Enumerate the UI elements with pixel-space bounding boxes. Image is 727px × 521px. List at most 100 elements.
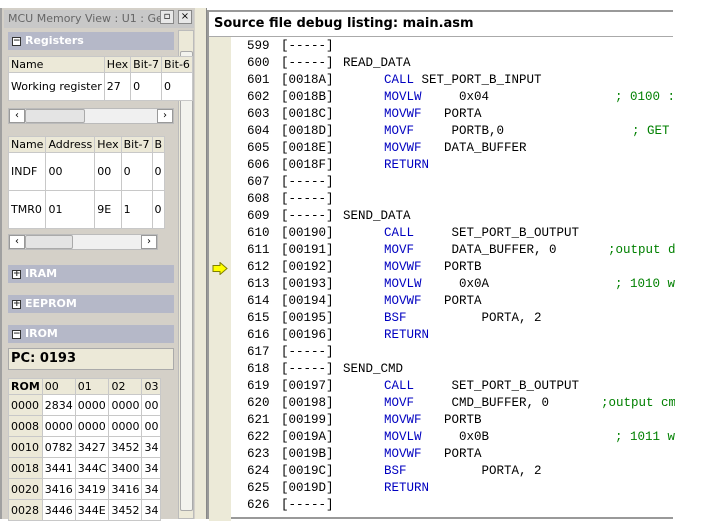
code-line[interactable]: 620 [00198] MOVF CMD_BUFFER, 0 ;output cm	[209, 396, 675, 413]
column-header[interactable]: 01	[74, 378, 110, 395]
table-cell: 0	[130, 72, 163, 101]
column-header[interactable]: Name	[7, 136, 47, 153]
column-header[interactable]: Address	[45, 136, 96, 153]
column-header[interactable]: Hex	[103, 56, 132, 73]
code-line[interactable]: 601 [0018A] CALL SET_PORT_B_INPUT	[209, 73, 675, 90]
table-cell: 0000	[74, 415, 110, 437]
table-row[interactable]: 0018 3441 344C 3400 34	[8, 457, 162, 479]
sfr-hscrollbar[interactable]: ‹ ›	[8, 234, 158, 250]
operand: PORTA	[444, 107, 482, 121]
table-row[interactable]: 0020 3416 3419 3416 34	[8, 478, 162, 500]
pc-label: PC:	[11, 351, 36, 366]
line-address: [00198]	[281, 396, 334, 410]
mcu-memory-view-panel: MCU Memory View : U1 : Getti ▫ × − Regist…	[0, 8, 195, 521]
table-cell: INDF	[7, 152, 47, 191]
opcode: MOVWF	[384, 413, 422, 427]
code-line[interactable]: 617 [-----]	[209, 345, 675, 362]
operand: CMD_BUFFER, 0	[451, 396, 550, 410]
source-listing-panel: Source file debug listing: main.asm 599 […	[207, 10, 675, 521]
section-registers[interactable]: − Registers	[8, 32, 174, 50]
section-iram[interactable]: + IRAM	[8, 265, 174, 283]
code-label: SEND_CMD	[343, 362, 404, 376]
code-line[interactable]: 606 [0018F] RETURN	[209, 158, 675, 175]
code-line[interactable]: 603 [0018C] MOVWF PORTA	[209, 107, 675, 124]
line-address: [0019D]	[281, 481, 334, 495]
column-header[interactable]: Hex	[94, 136, 122, 153]
operand: SET_PORT_B_OUTPUT	[451, 226, 580, 240]
line-address: [-----]	[281, 345, 334, 359]
code-line[interactable]: 621 [00199] MOVWF PORTB	[209, 413, 675, 430]
column-header[interactable]: Name	[8, 56, 105, 73]
code-line[interactable]: 616 [00196] RETURN	[209, 328, 675, 345]
line-address: [0018D]	[281, 124, 334, 138]
code-line[interactable]: 608 [-----]	[209, 192, 675, 209]
close-button[interactable]: ×	[178, 10, 192, 24]
table-cell: 344E	[74, 499, 110, 521]
table-cell: 3427	[74, 436, 110, 458]
section-eeprom[interactable]: + EEPROM	[8, 295, 174, 313]
column-header[interactable]: B	[151, 136, 166, 153]
table-row[interactable]: 0008 0000 0000 0000 00	[8, 415, 162, 437]
wreg-table: Name Hex Bit-7 Bit-6 Working register 27 0 0	[8, 56, 193, 101]
column-header[interactable]: ROM	[8, 378, 43, 395]
code-line[interactable]: 625 [0019D] RETURN	[209, 481, 675, 498]
operand: PORTA	[444, 447, 482, 461]
comment: ; 1011 w	[615, 430, 675, 444]
table-row[interactable]: 0028 3446 344E 3452 34	[8, 499, 162, 521]
code-line[interactable]: 610 [00190] CALL SET_PORT_B_OUTPUT	[209, 226, 675, 243]
expand-icon: +	[12, 268, 21, 279]
opcode: MOVWF	[384, 141, 422, 155]
code-line[interactable]: 612 [00192] MOVWF PORTB	[209, 260, 675, 277]
table-cell: 3400	[108, 457, 143, 479]
restore-button[interactable]: ▫	[160, 10, 174, 24]
code-line[interactable]: 602 [0018B] MOVLW 0x04 ; 0100 :	[209, 90, 675, 107]
section-label: IRAM	[25, 267, 58, 280]
column-header[interactable]: Bit-6	[161, 56, 193, 73]
line-number: 626	[247, 498, 270, 512]
table-row[interactable]: 0000 2834 0000 0000 00	[8, 394, 162, 416]
code-line[interactable]: 609 [-----] SEND_DATA	[209, 209, 675, 226]
section-irom[interactable]: − IROM	[8, 325, 174, 343]
code-line[interactable]: 626 [-----]	[209, 498, 675, 515]
line-address: [-----]	[281, 498, 334, 512]
code-line[interactable]: 600 [-----] READ_DATA	[209, 56, 675, 73]
table-cell: 0	[120, 152, 153, 191]
section-label: IROM	[25, 327, 58, 340]
column-header[interactable]: Bit-7	[130, 56, 163, 73]
code-line[interactable]: 611 [00191] MOVF DATA_BUFFER, 0 ;output d	[209, 243, 675, 260]
code-line[interactable]: 604 [0018D] MOVF PORTB,0 ; GET	[209, 124, 675, 141]
table-cell: 0018	[8, 457, 43, 479]
code-line[interactable]: 607 [-----]	[209, 175, 675, 192]
code-line[interactable]: 615 [00195] BSF PORTA, 2	[209, 311, 675, 328]
line-number: 623	[247, 447, 270, 461]
column-header[interactable]: 03	[141, 378, 162, 395]
code-line[interactable]: 614 [00194] MOVWF PORTA	[209, 294, 675, 311]
code-line[interactable]: 605 [0018E] MOVWF DATA_BUFFER	[209, 141, 675, 158]
code-line[interactable]: 599 [-----]	[209, 39, 675, 56]
table-cell: 3452	[108, 499, 143, 521]
code-line[interactable]: 613 [00193] MOVLW 0x0A ; 1010 w	[209, 277, 675, 294]
code-line[interactable]: 623 [0019B] MOVWF PORTA	[209, 447, 675, 464]
column-header[interactable]: 02	[108, 378, 143, 395]
wreg-hscrollbar[interactable]: ‹ ›	[8, 108, 174, 124]
code-line[interactable]: 624 [0019C] BSF PORTA, 2	[209, 464, 675, 481]
line-number: 601	[247, 73, 270, 87]
code-line[interactable]: 619 [00197] CALL SET_PORT_B_OUTPUT	[209, 379, 675, 396]
line-number: 610	[247, 226, 270, 240]
table-row[interactable]: Working register 27 0 0	[8, 72, 193, 101]
line-address: [0018B]	[281, 90, 334, 104]
column-header[interactable]: Bit-7	[120, 136, 153, 153]
table-cell: 00	[141, 415, 162, 437]
table-row[interactable]: INDF 00 00 0 0	[7, 152, 166, 191]
column-header[interactable]: 00	[41, 378, 76, 395]
table-row[interactable]: TMR0 01 9E 1 0	[7, 190, 166, 229]
table-cell: 0	[151, 190, 166, 229]
splitter[interactable]	[195, 8, 207, 519]
table-cell: 3446	[41, 499, 76, 521]
code-line[interactable]: 622 [0019A] MOVLW 0x0B ; 1011 w	[209, 430, 675, 447]
code-label: READ_DATA	[343, 56, 411, 70]
line-number: 613	[247, 277, 270, 291]
code-line[interactable]: 618 [-----] SEND_CMD	[209, 362, 675, 379]
panel-scrollbar[interactable]	[178, 30, 194, 519]
table-row[interactable]: 0010 0782 3427 3452 34	[8, 436, 162, 458]
